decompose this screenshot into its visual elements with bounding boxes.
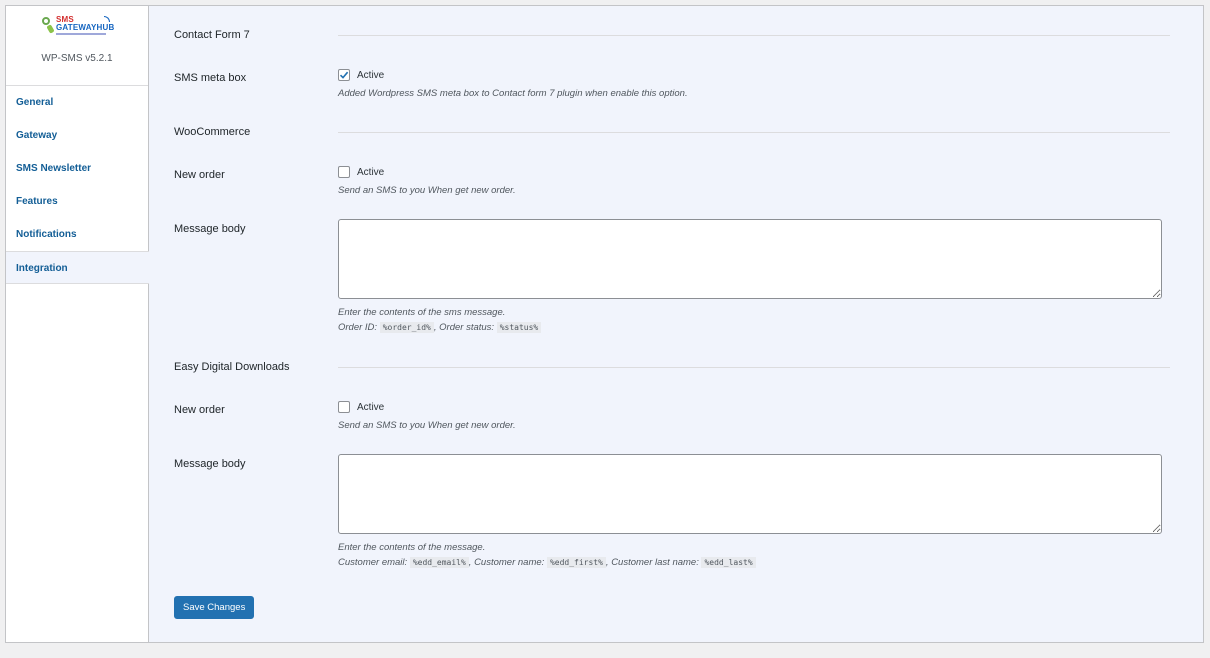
sidebar-nav: General Gateway SMS Newsletter Features …	[6, 86, 149, 284]
sms-gateway-hub-logo: SMS GATEWAYHUB	[40, 15, 114, 41]
customer-email-variable: %edd_email%	[409, 557, 469, 568]
woo-new-order-label: New order	[174, 169, 225, 181]
sidebar: SMS GATEWAYHUB WP-SMS v5.2.1 General Gat…	[6, 6, 149, 642]
sidebar-item-notifications[interactable]: Notifications	[6, 218, 148, 251]
woo-message-body-textarea[interactable]	[338, 219, 1162, 299]
edd-message-body-label: Message body	[174, 458, 246, 470]
sms-meta-box-field: Active Added Wordpress SMS meta box to C…	[338, 69, 688, 101]
edd-message-variables: Customer email: %edd_email%, Customer na…	[338, 555, 1162, 570]
woo-new-order-checkbox-label[interactable]: Active	[357, 167, 384, 178]
section-title-woocommerce: WooCommerce	[174, 126, 251, 138]
sidebar-item-gateway[interactable]: Gateway	[6, 119, 148, 152]
edd-new-order-field: Active Send an SMS to you When get new o…	[338, 401, 516, 433]
sms-meta-box-description: Added Wordpress SMS meta box to Contact …	[338, 88, 688, 99]
woo-new-order-description: Send an SMS to you When get new order.	[338, 185, 516, 196]
logo-area: SMS GATEWAYHUB WP-SMS v5.2.1	[6, 15, 148, 86]
plugin-version: WP-SMS v5.2.1	[41, 53, 113, 64]
woo-message-description: Enter the contents of the sms message.	[338, 307, 506, 318]
order-status-variable: %status%	[496, 322, 542, 333]
edd-message-body-textarea[interactable]	[338, 454, 1162, 534]
section-title-easy-digital-downloads: Easy Digital Downloads	[174, 361, 290, 373]
woo-message-body-label: Message body	[174, 223, 246, 235]
section-divider	[338, 132, 1170, 133]
edd-new-order-description: Send an SMS to you When get new order.	[338, 420, 516, 431]
customer-email-label: Customer email:	[338, 557, 408, 568]
save-changes-button[interactable]: Save Changes	[174, 596, 255, 619]
sidebar-item-sms-newsletter[interactable]: SMS Newsletter	[6, 152, 148, 185]
woo-message-body-help: Enter the contents of the sms message. O…	[338, 305, 1162, 335]
section-divider	[338, 367, 1170, 368]
section-title-contact-form-7: Contact Form 7	[174, 29, 250, 41]
woo-new-order-field: Active Send an SMS to you When get new o…	[338, 166, 516, 198]
edd-new-order-checkbox-label[interactable]: Active	[357, 402, 384, 413]
edd-new-order-label: New order	[174, 404, 225, 416]
edd-message-description: Enter the contents of the message.	[338, 542, 486, 553]
edd-message-body-field: Enter the contents of the message. Custo…	[338, 454, 1162, 570]
main-content: Contact Form 7 SMS meta box Active Added…	[149, 6, 1203, 642]
edd-message-body-help: Enter the contents of the message. Custo…	[338, 540, 1162, 570]
sidebar-item-general[interactable]: General	[6, 86, 148, 119]
sidebar-item-features[interactable]: Features	[6, 185, 148, 218]
customer-name-variable: %edd_first%	[546, 557, 606, 568]
edd-new-order-checkbox[interactable]	[338, 401, 350, 413]
woo-message-variables: Order ID: %order_id%, Order status: %sta…	[338, 320, 1162, 335]
customer-last-name-variable: %edd_last%	[701, 557, 756, 568]
woo-message-body-field: Enter the contents of the sms message. O…	[338, 219, 1162, 335]
sidebar-item-integration[interactable]: Integration	[6, 251, 149, 284]
sms-meta-box-label: SMS meta box	[174, 72, 247, 84]
sms-meta-box-checkbox[interactable]	[338, 69, 350, 81]
customer-name-label: , Customer name:	[468, 557, 545, 568]
customer-last-name-label: , Customer last name:	[605, 557, 699, 568]
settings-panel: SMS GATEWAYHUB WP-SMS v5.2.1 General Gat…	[5, 5, 1204, 643]
checkmark-icon	[339, 71, 349, 79]
woo-new-order-checkbox[interactable]	[338, 166, 350, 178]
order-id-variable: %order_id%	[379, 322, 434, 333]
order-id-label: Order ID:	[338, 322, 378, 333]
order-status-label: , Order status:	[433, 322, 495, 333]
sms-meta-box-checkbox-label[interactable]: Active	[357, 70, 384, 81]
section-divider	[338, 35, 1170, 36]
